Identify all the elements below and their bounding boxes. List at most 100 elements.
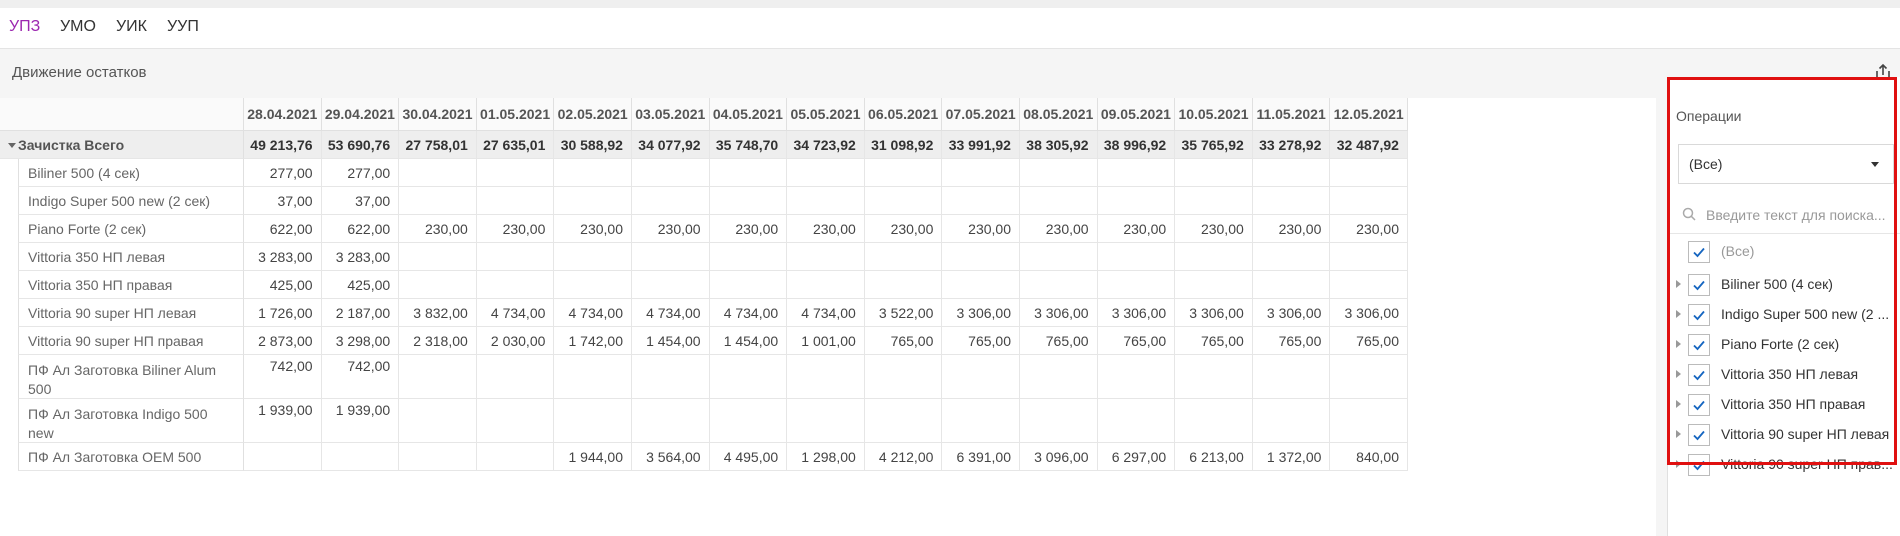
chevron-right-icon[interactable] <box>1676 310 1681 318</box>
column-header[interactable]: 10.05.2021 <box>1175 98 1253 131</box>
cell-value: 230,00 <box>1020 215 1098 243</box>
column-header[interactable]: 09.05.2021 <box>1097 98 1176 131</box>
cell-value: 2 187,00 <box>321 299 400 327</box>
column-header[interactable]: 06.05.2021 <box>864 98 943 131</box>
cell-value: 765,00 <box>864 327 943 355</box>
cell-value <box>1252 243 1331 271</box>
cell-value <box>244 443 322 471</box>
column-header[interactable]: 02.05.2021 <box>554 98 632 131</box>
column-header[interactable]: 04.05.2021 <box>709 98 788 131</box>
cell-value: 1 742,00 <box>554 327 632 355</box>
cell-value <box>321 443 400 471</box>
filter-option-all[interactable]: (Все) <box>1668 234 1900 270</box>
checkbox[interactable] <box>1688 334 1710 356</box>
column-header[interactable]: 01.05.2021 <box>476 98 555 131</box>
cell-value <box>632 159 710 187</box>
cell-value <box>1175 355 1253 399</box>
tab-umo[interactable]: УМО <box>60 18 96 36</box>
cell-value: 53 690,76 <box>321 131 400 159</box>
row-header: ПФ Ал Заготовка Indigo 500 new <box>18 399 244 443</box>
cell-value: 277,00 <box>321 159 400 187</box>
cell-value: 3 832,00 <box>399 299 477 327</box>
cell-value <box>632 355 710 399</box>
cell-value <box>942 355 1020 399</box>
column-header[interactable]: 03.05.2021 <box>632 98 710 131</box>
operations-select[interactable]: (Все) <box>1678 144 1894 184</box>
row-label: Vittoria 350 НП левая <box>28 249 166 265</box>
cell-value: 27 635,01 <box>476 131 555 159</box>
cell-value: 3 306,00 <box>1020 299 1098 327</box>
cell-value <box>399 271 477 299</box>
cell-value: 4 495,00 <box>709 443 788 471</box>
cell-value <box>709 271 788 299</box>
checkbox[interactable] <box>1688 304 1710 326</box>
row-label: Indigo Super 500 new (2 сек) <box>28 193 211 209</box>
column-header[interactable]: 28.04.2021 <box>244 98 322 131</box>
cell-value: 230,00 <box>1175 215 1253 243</box>
chevron-right-icon[interactable] <box>1676 340 1681 348</box>
chevron-right-icon[interactable] <box>1676 280 1681 288</box>
checkbox[interactable] <box>1688 424 1710 446</box>
column-header[interactable]: 08.05.2021 <box>1020 98 1098 131</box>
cell-value: 32 487,92 <box>1330 131 1408 159</box>
cell-value <box>554 187 632 215</box>
cell-value <box>709 355 788 399</box>
cell-value: 425,00 <box>244 271 322 299</box>
tab-upz[interactable]: УПЗ <box>9 18 40 36</box>
table-row: Vittoria 90 super НП левая 1 726,00 2 187,… <box>0 299 1656 327</box>
cell-value <box>1330 187 1408 215</box>
cell-value <box>1175 243 1253 271</box>
caret-down-icon[interactable] <box>8 143 16 148</box>
option-label: (Все) <box>1721 243 1755 259</box>
tab-uik[interactable]: УИК <box>116 18 147 36</box>
row-label: Biliner 500 (4 сек) <box>28 165 140 181</box>
cell-value: 1 454,00 <box>632 327 710 355</box>
cell-value: 3 306,00 <box>1252 299 1331 327</box>
cell-value <box>1330 271 1408 299</box>
column-header[interactable]: 05.05.2021 <box>787 98 865 131</box>
cell-value <box>476 355 555 399</box>
checkbox[interactable] <box>1688 241 1710 263</box>
cell-value <box>1020 355 1098 399</box>
cell-value <box>864 187 943 215</box>
top-strip <box>0 0 1900 8</box>
cell-value <box>1175 399 1253 443</box>
chevron-right-icon[interactable] <box>1676 370 1681 378</box>
column-header[interactable]: 07.05.2021 <box>942 98 1020 131</box>
cell-value <box>1097 159 1176 187</box>
cell-value: 230,00 <box>1252 215 1331 243</box>
tab-uup[interactable]: УУП <box>167 18 199 36</box>
filter-option[interactable]: Vittoria 90 super НП прав... <box>1668 447 1900 483</box>
cell-value: 4 734,00 <box>632 299 710 327</box>
chevron-right-icon[interactable] <box>1676 400 1681 408</box>
cell-value <box>1097 271 1176 299</box>
chevron-right-icon[interactable] <box>1676 430 1681 438</box>
table-row: Vittoria 350 НП левая 3 283,00 3 283,00 <box>0 243 1656 271</box>
column-header[interactable]: 30.04.2021 <box>399 98 477 131</box>
cell-value: 30 588,92 <box>554 131 632 159</box>
cell-value <box>1252 399 1331 443</box>
cell-value: 230,00 <box>787 215 865 243</box>
checkbox[interactable] <box>1688 394 1710 416</box>
option-label: Vittoria 90 super НП прав... <box>1721 456 1893 472</box>
cell-value: 3 522,00 <box>864 299 943 327</box>
cell-value <box>554 159 632 187</box>
checkbox[interactable] <box>1688 364 1710 386</box>
cell-value: 4 734,00 <box>709 299 788 327</box>
row-label: ПФ Ал Заготовка Indigo 500 new <box>28 406 208 441</box>
checkbox[interactable] <box>1688 274 1710 296</box>
cell-value <box>1097 399 1176 443</box>
column-header[interactable]: 12.05.2021 <box>1330 98 1408 131</box>
row-header: ПФ Ал Заготовка OEM 500 <box>18 443 244 471</box>
chevron-right-icon[interactable] <box>1676 460 1681 468</box>
column-header[interactable]: 11.05.2021 <box>1252 98 1331 131</box>
tab-bar: УПЗ УМО УИК УУП <box>0 8 1900 49</box>
cell-value: 1 939,00 <box>321 399 400 443</box>
search-input[interactable] <box>1704 203 1898 227</box>
column-header[interactable]: 29.04.2021 <box>321 98 400 131</box>
cell-value <box>787 355 865 399</box>
checkbox[interactable] <box>1688 454 1710 476</box>
cell-value <box>554 355 632 399</box>
cell-value: 230,00 <box>399 215 477 243</box>
cell-value <box>632 187 710 215</box>
